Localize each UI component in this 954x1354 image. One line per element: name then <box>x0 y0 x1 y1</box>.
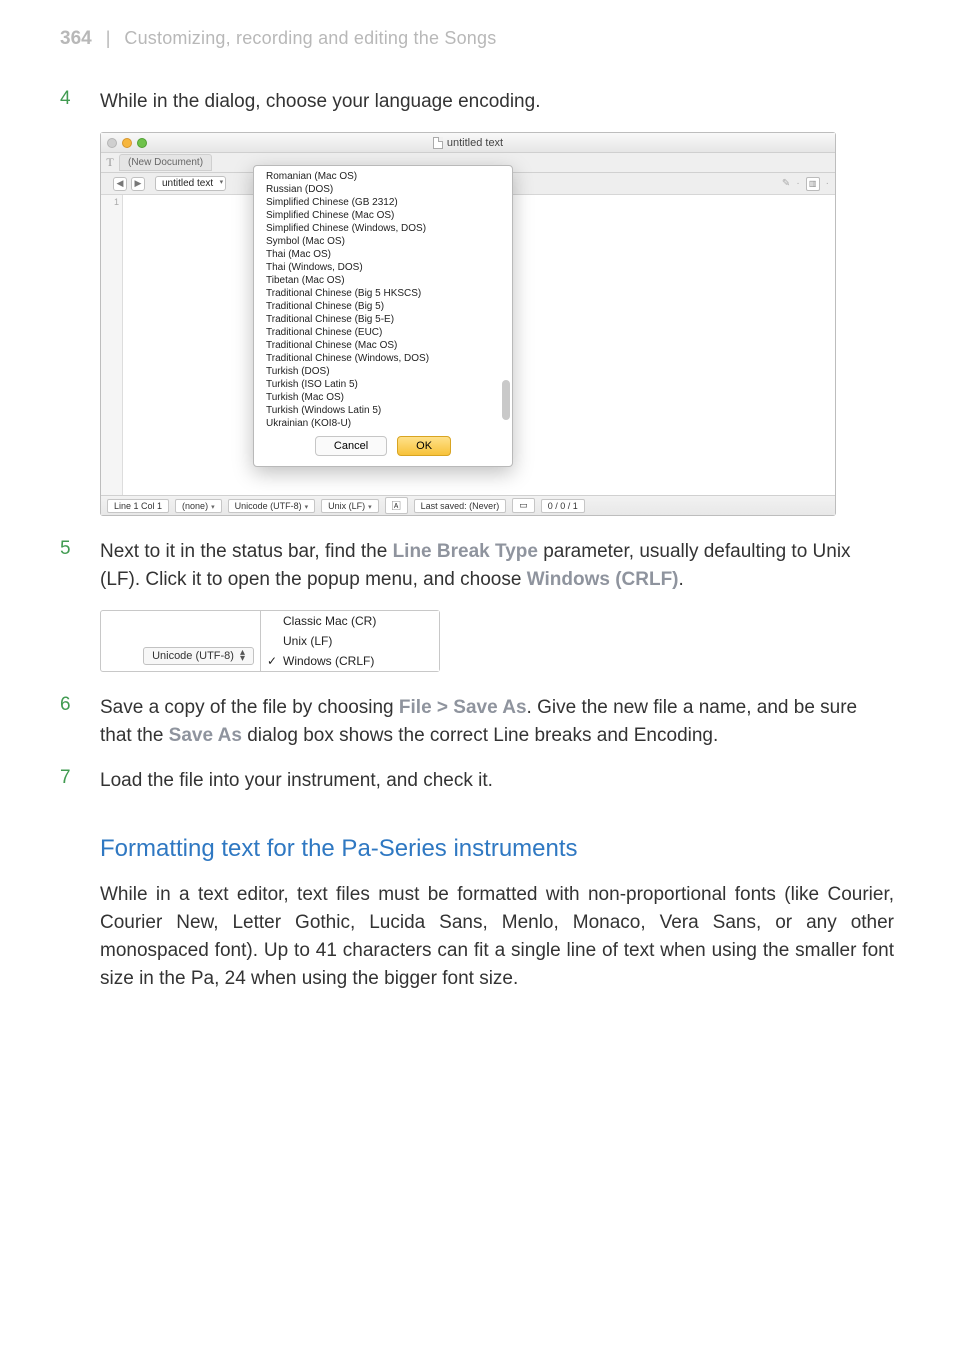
line-number-1: 1 <box>104 197 119 207</box>
step-6: 6 Save a copy of the file by choosing Fi… <box>60 694 894 750</box>
forward-button[interactable]: ▶ <box>131 177 145 191</box>
encoding-item[interactable]: Turkish (ISO Latin 5) <box>254 378 512 391</box>
step-6-post: dialog box shows the correct Line breaks… <box>242 725 718 746</box>
back-button[interactable]: ◀ <box>113 177 127 191</box>
encoding-dropdown[interactable]: Unicode (UTF-8) ▴▾ <box>143 647 254 665</box>
header-separator: | <box>106 28 111 49</box>
save-as-term: Save As <box>169 725 242 746</box>
encoding-item[interactable]: Ukrainian (KOI8-U) <box>254 417 512 428</box>
linebreak-snippet: Unicode (UTF-8) ▴▾ Classic Mac (CR) Unix… <box>100 610 440 672</box>
encoding-item[interactable]: Turkish (Windows Latin 5) <box>254 404 512 417</box>
encoding-list[interactable]: Romanian (Mac OS) Russian (DOS) Simplifi… <box>254 170 512 428</box>
resize-grip-icon[interactable] <box>815 499 829 513</box>
figure-encoding-dialog: untitled text T (New Document) ◀ ▶ untit… <box>100 132 894 516</box>
step-4-text: While in the dialog, choose your languag… <box>100 88 540 116</box>
nav-buttons: ◀ ▶ <box>113 177 145 191</box>
step-5-number: 5 <box>60 538 82 594</box>
formatting-section-heading: Formatting text for the Pa-Series instru… <box>100 835 894 863</box>
dot-sep: · <box>796 178 799 189</box>
status-cursor-pos[interactable]: Line 1 Col 1 <box>107 499 169 513</box>
step-6-pre: Save a copy of the file by choosing <box>100 697 399 718</box>
linebreak-menu: Classic Mac (CR) Unix (LF) Windows (CRLF… <box>261 611 439 671</box>
document-icon <box>433 137 443 149</box>
windows-crlf-term: Windows (CRLF) <box>527 569 679 590</box>
cancel-button[interactable]: Cancel <box>315 436 387 456</box>
encoding-item[interactable]: Simplified Chinese (Windows, DOS) <box>254 222 512 235</box>
menu-item-classic-mac[interactable]: Classic Mac (CR) <box>261 611 439 631</box>
status-encoding[interactable]: Unicode (UTF-8) <box>228 499 316 513</box>
encoding-item[interactable]: Simplified Chinese (GB 2312) <box>254 196 512 209</box>
step-7: 7 Load the file into your instrument, an… <box>60 767 894 795</box>
encoding-item[interactable]: Traditional Chinese (EUC) <box>254 326 512 339</box>
encoding-item[interactable]: Thai (Windows, DOS) <box>254 261 512 274</box>
status-line-break[interactable]: Unix (LF) <box>321 499 379 513</box>
tab-new-document[interactable]: (New Document) <box>119 154 212 171</box>
dot-sep-2: · <box>826 178 829 189</box>
sidebar-toggle-icon[interactable]: ▥ <box>806 177 820 191</box>
status-counts: 0 / 0 / 1 <box>541 499 585 513</box>
menu-item-unix-lf[interactable]: Unix (LF) <box>261 631 439 651</box>
encoding-item[interactable]: Thai (Mac OS) <box>254 248 512 261</box>
dialog-titlebar: untitled text <box>101 133 835 153</box>
snippet-row: Unicode (UTF-8) ▴▾ Classic Mac (CR) Unix… <box>101 611 439 671</box>
status-spell-icon[interactable]: 🄰 <box>385 497 408 514</box>
status-last-saved: Last saved: (Never) <box>414 499 507 513</box>
encoding-item[interactable]: Turkish (Mac OS) <box>254 391 512 404</box>
line-number-gutter: 1 <box>101 195 123 495</box>
encoding-buttons: Cancel OK <box>254 428 512 462</box>
encoding-item[interactable]: Romanian (Mac OS) <box>254 170 512 183</box>
encoding-item[interactable]: Traditional Chinese (Big 5 HKSCS) <box>254 287 512 300</box>
page-number: 364 <box>60 28 92 50</box>
step-5-pre: Next to it in the status bar, find the <box>100 541 393 562</box>
step-4-number: 4 <box>60 88 82 116</box>
step-7-number: 7 <box>60 767 82 795</box>
step-5-post: . <box>679 569 684 590</box>
step-5: 5 Next to it in the status bar, find the… <box>60 538 894 594</box>
dialog-body: 1 Romanian (Mac OS) Russian (DOS) Simpli… <box>101 195 835 495</box>
dialog-status-bar: Line 1 Col 1 (none) Unicode (UTF-8) Unix… <box>101 495 835 515</box>
encoding-item[interactable]: Simplified Chinese (Mac OS) <box>254 209 512 222</box>
encoding-dropdown-label: Unicode (UTF-8) <box>152 650 234 662</box>
toolbar-right: ✎ · ▥ · <box>782 177 829 191</box>
step-5-text: Next to it in the status bar, find the L… <box>100 538 894 594</box>
dialog-title-text: untitled text <box>447 137 503 149</box>
step-7-text: Load the file into your instrument, and … <box>100 767 493 795</box>
status-language[interactable]: (none) <box>175 499 222 513</box>
encoding-item[interactable]: Traditional Chinese (Mac OS) <box>254 339 512 352</box>
updown-caret-icon: ▴▾ <box>240 650 245 662</box>
scrollbar-thumb[interactable] <box>502 380 510 420</box>
snippet-left: Unicode (UTF-8) ▴▾ <box>101 611 261 671</box>
step-6-number: 6 <box>60 694 82 750</box>
line-break-type-term: Line Break Type <box>393 541 538 562</box>
encoding-item[interactable]: Tibetan (Mac OS) <box>254 274 512 287</box>
dialog-title: untitled text <box>101 137 835 149</box>
encoding-item[interactable]: Turkish (DOS) <box>254 365 512 378</box>
doc-marker-icon: T <box>101 153 119 172</box>
encoding-item[interactable]: Traditional Chinese (Windows, DOS) <box>254 352 512 365</box>
file-save-as-term: File > Save As <box>399 697 527 718</box>
toolbar-file-dropdown[interactable]: untitled text <box>155 176 226 191</box>
figure-linebreak-menu: Unicode (UTF-8) ▴▾ Classic Mac (CR) Unix… <box>100 610 894 672</box>
header-title: Customizing, recording and editing the S… <box>124 28 496 49</box>
status-doc-icon: ▭ <box>512 498 535 513</box>
encoding-item[interactable]: Traditional Chinese (Big 5) <box>254 300 512 313</box>
step-4: 4 While in the dialog, choose your langu… <box>60 88 894 116</box>
text-editor-dialog: untitled text T (New Document) ◀ ▶ untit… <box>100 132 836 516</box>
menu-item-windows-crlf[interactable]: Windows (CRLF) <box>261 651 439 671</box>
formatting-section-body: While in a text editor, text files must … <box>100 881 894 993</box>
step-6-text: Save a copy of the file by choosing File… <box>100 694 894 750</box>
encoding-item[interactable]: Traditional Chinese (Big 5-E) <box>254 313 512 326</box>
pencil-icon: ✎ <box>782 178 790 189</box>
encoding-item[interactable]: Symbol (Mac OS) <box>254 235 512 248</box>
toolbar-file-label: untitled text <box>162 178 213 189</box>
ok-button[interactable]: OK <box>397 436 451 456</box>
encoding-popup: Romanian (Mac OS) Russian (DOS) Simplifi… <box>253 165 513 467</box>
page-header: 364 | Customizing, recording and editing… <box>60 28 894 50</box>
encoding-item[interactable]: Russian (DOS) <box>254 183 512 196</box>
